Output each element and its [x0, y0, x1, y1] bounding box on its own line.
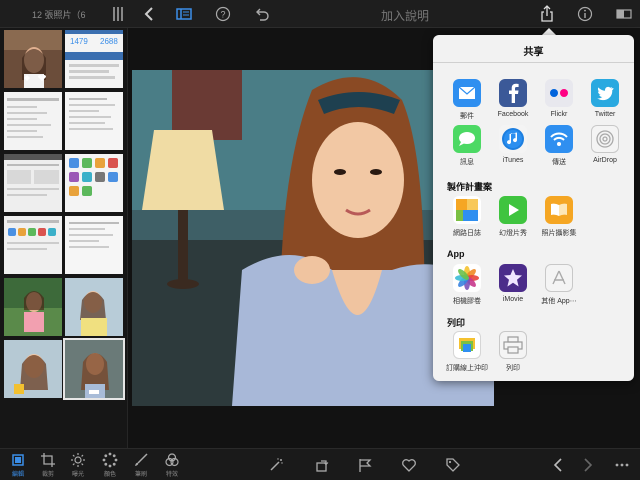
browser-view-icon[interactable]: [175, 5, 193, 23]
print-label: 列印: [506, 365, 520, 372]
top-toolbar: 12 張照片（6 ? 加入說明: [0, 0, 640, 28]
share-camera-roll[interactable]: 相機膠卷: [445, 264, 489, 310]
section-print-title: 列印: [447, 318, 466, 328]
exposure-tool[interactable]: 曝光: [66, 452, 90, 480]
thumbnail-4[interactable]: [65, 92, 123, 150]
share-order-prints[interactable]: 訂購線上沖印: [445, 331, 489, 377]
thumbnail-3[interactable]: [4, 92, 62, 150]
thumbnail-10[interactable]: [65, 278, 123, 336]
bottom-toolbar: 編輯 裁剪 曝光 顏色 筆刷 特效: [0, 448, 640, 480]
printer-icon: [499, 331, 527, 359]
share-messages[interactable]: 訊息: [445, 125, 489, 171]
share-title: 共享: [523, 47, 544, 58]
app-store-icon: [545, 264, 573, 292]
tag-icon[interactable]: [445, 457, 461, 473]
effects-tool-label: 特效: [165, 472, 178, 478]
share-other-apps[interactable]: 其他 App⋯: [537, 264, 581, 310]
crop-tool[interactable]: 裁剪: [36, 452, 60, 480]
info-icon[interactable]: [576, 5, 594, 23]
sidebar-header: 12 張照片（6: [0, 0, 128, 28]
color-dots-icon: [102, 452, 118, 468]
share-imovie[interactable]: iMovie: [491, 264, 535, 310]
thumbnail-12-selected[interactable]: [63, 338, 125, 400]
exposure-tool-label: 曝光: [71, 472, 84, 478]
journal-icon: [453, 196, 481, 224]
add-caption-field[interactable]: 加入說明: [360, 7, 450, 24]
svg-text:?: ?: [220, 10, 225, 20]
flickr-icon: [545, 79, 573, 107]
thumbnail-grid-icon[interactable]: [112, 6, 124, 22]
flag-icon[interactable]: [357, 457, 373, 473]
itunes-icon: [499, 125, 527, 153]
share-slideshow[interactable]: 幻燈片秀: [491, 196, 535, 242]
share-itunes[interactable]: iTunes: [491, 125, 535, 171]
thumbnail-9[interactable]: [4, 278, 62, 336]
wifi-send-icon: [545, 125, 573, 153]
share-photobook[interactable]: 照片攝影集: [537, 196, 581, 242]
mail-icon: [453, 79, 481, 107]
share-facebook[interactable]: Facebook: [491, 79, 535, 125]
more-icon[interactable]: [614, 457, 630, 473]
photobook-label: 照片攝影集: [541, 230, 577, 237]
imovie-star-icon: [499, 264, 527, 292]
photobook-icon: [545, 196, 573, 224]
next-icon[interactable]: [580, 457, 596, 473]
favorite-heart-icon[interactable]: [401, 457, 417, 473]
airdrop-icon: [591, 125, 619, 153]
share-print[interactable]: 列印: [491, 331, 535, 377]
facebook-icon: [499, 79, 527, 107]
airdrop-label: AirDrop: [593, 157, 617, 164]
thumbnail-7[interactable]: [4, 216, 62, 274]
photo-count-label: 12 張照片（6: [32, 10, 86, 20]
section-app-title: App: [447, 249, 465, 259]
thumbnail-11[interactable]: [4, 340, 62, 398]
crop-icon: [41, 453, 55, 467]
auto-enhance-icon[interactable]: [268, 457, 284, 473]
sun-icon: [71, 453, 85, 467]
twitter-label: Twitter: [594, 111, 616, 118]
share-mail[interactable]: 郵件: [445, 79, 489, 125]
effects-tool[interactable]: 特效: [160, 452, 184, 480]
thumbnail-5[interactable]: [4, 154, 62, 212]
thumb-stat-1: 1479: [70, 37, 88, 46]
brush-tool[interactable]: 筆刷: [129, 452, 153, 480]
thumbnail-1[interactable]: [4, 30, 62, 88]
messages-icon: [453, 125, 481, 153]
thumbnail-sidebar: 1479 2688: [0, 28, 128, 448]
color-tool[interactable]: 顏色: [98, 452, 122, 480]
share-flickr[interactable]: Flickr: [537, 79, 581, 125]
brush-icon: [135, 453, 148, 466]
undo-icon[interactable]: [253, 5, 271, 23]
share-divider: [433, 62, 634, 63]
order-prints-icon: [453, 331, 481, 359]
rotate-icon[interactable]: [314, 457, 330, 473]
compare-icon[interactable]: [615, 5, 633, 23]
twitter-icon: [591, 79, 619, 107]
thumbnail-6[interactable]: [65, 154, 123, 212]
back-icon[interactable]: [140, 5, 158, 23]
edit-tool-icon: [12, 454, 24, 466]
help-icon[interactable]: ?: [214, 5, 232, 23]
share-twitter[interactable]: Twitter: [583, 79, 627, 125]
thumbnail-2[interactable]: 1479 2688: [65, 30, 123, 88]
slideshow-play-icon: [499, 196, 527, 224]
other-apps-label: 其他 App⋯: [541, 298, 577, 305]
thumb-stat-2: 2688: [100, 37, 118, 46]
share-popover: 共享 郵件 Facebook Flickr Twitter 訊息 iTunes …: [433, 35, 634, 381]
share-send[interactable]: 傳送: [537, 125, 581, 171]
share-journal[interactable]: 網路日誌: [445, 196, 489, 242]
section-projects-title: 製作計畫案: [447, 182, 493, 192]
photos-flower-icon: [453, 264, 481, 292]
edit-tool[interactable]: 編輯: [6, 452, 30, 480]
previous-icon[interactable]: [550, 457, 566, 473]
effects-icon: [165, 453, 179, 467]
share-icon[interactable]: [538, 5, 556, 23]
thumbnail-8[interactable]: [65, 216, 123, 274]
share-airdrop[interactable]: AirDrop: [583, 125, 627, 171]
